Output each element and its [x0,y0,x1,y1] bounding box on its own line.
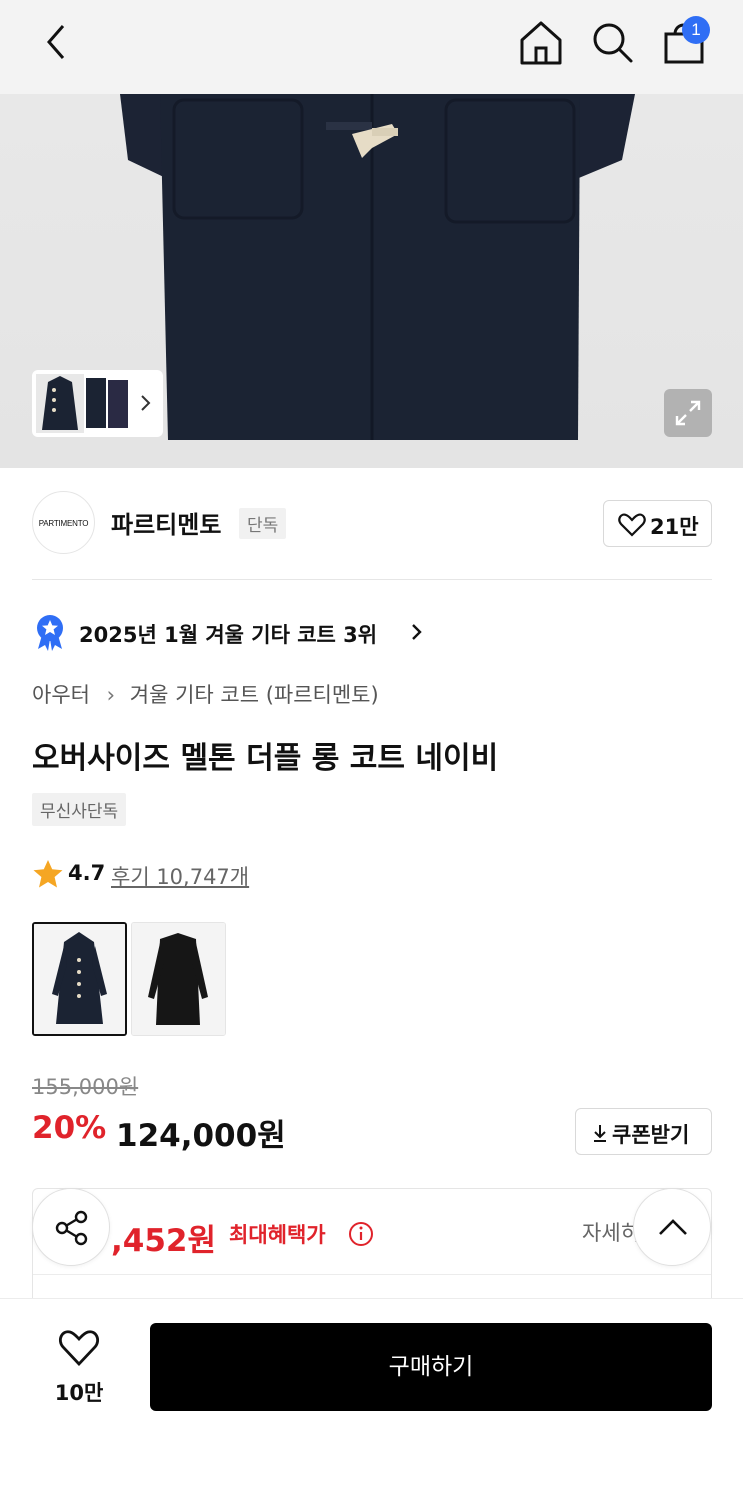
heart-icon [59,1330,99,1367]
heart-icon [618,513,646,537]
discount-rate: 20% [32,1110,107,1146]
variant-navy-thumbnail [34,924,125,1034]
wishlist-count: 10만 [54,1381,104,1405]
brand-exclusive-tag: 단독 [239,508,287,539]
brand-row: PARTIMENTO 파르티멘토 단독 21만 [32,491,712,555]
variant-black-thumbnail [132,923,225,1035]
brand-like-button[interactable]: 21만 [603,500,712,547]
divider [32,579,712,580]
coupon-download-button[interactable]: 쿠폰받기 [575,1108,712,1155]
review-count-link[interactable]: 후기 10,747개 [111,861,249,891]
download-icon [594,1125,606,1142]
breadcrumb: 아우터 › 겨울 기타 코트 (파르티멘토) [32,679,379,709]
coupon-label: 쿠폰받기 [612,1123,690,1147]
ranking-link[interactable]: 2025년 1월 겨울 기타 코트 3위 [32,613,632,653]
chevron-right-icon: › [106,683,116,707]
expand-icon [675,400,701,426]
star-icon [33,860,63,888]
bottom-action-bar: 10만 구매하기 [0,1298,743,1500]
top-navigation-bar: 1 [0,0,743,94]
exclusive-tag: 무신사단독 [32,793,127,826]
cart-count-badge: 1 [682,16,710,44]
benefit-detail-link[interactable]: 자세히 [582,1217,640,1247]
divider [33,1274,711,1275]
brand-name[interactable]: 파르티멘토 [111,505,221,540]
thumbnail-images [36,374,128,433]
chevron-right-icon [141,395,151,411]
max-benefit-price: ,452원 [111,1223,217,1259]
back-arrow-icon[interactable] [36,20,80,64]
expand-button[interactable] [664,389,712,437]
scroll-top-button[interactable] [633,1188,711,1266]
image-thumbnail-strip[interactable] [32,370,163,437]
ranking-text: 2025년 1월 겨울 기타 코트 3위 [79,623,378,647]
wishlist-button[interactable]: 10만 [32,1329,126,1409]
search-icon[interactable] [588,18,636,66]
share-icon [55,1210,88,1246]
brand-logo[interactable]: PARTIMENTO [32,491,95,554]
breadcrumb-level2[interactable]: 겨울 기타 코트 (파르티멘토) [130,683,379,707]
share-button[interactable] [32,1188,110,1266]
buy-button[interactable]: 구매하기 [150,1323,712,1411]
ranking-badge-icon [37,615,63,651]
rating-score: 4.7 [68,861,106,885]
brand-like-count: 21만 [650,515,699,539]
original-price: 155,000원 [32,1075,139,1099]
sale-price: 124,000원 [116,1118,286,1154]
variant-black[interactable] [131,922,226,1036]
max-benefit-label: 최대혜택가 [229,1223,326,1247]
chevron-right-icon [412,624,422,640]
info-icon[interactable] [348,1221,374,1247]
product-title: 오버사이즈 멜톤 더플 롱 코트 네이비 [32,741,499,776]
home-icon[interactable] [516,18,566,68]
chevron-up-icon [659,1219,687,1235]
variant-navy[interactable] [32,922,127,1036]
cart-button[interactable]: 1 [660,16,710,68]
breadcrumb-level1[interactable]: 아우터 [32,683,90,707]
